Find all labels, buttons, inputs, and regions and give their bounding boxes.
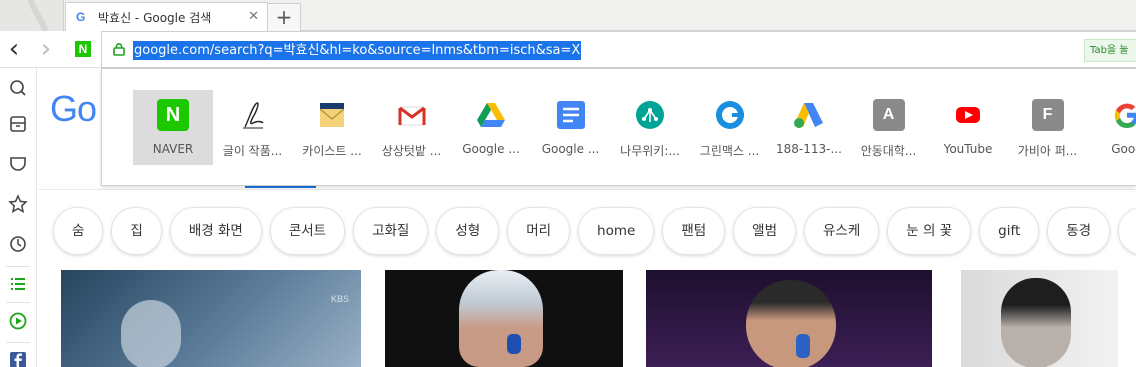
speed-dial-item[interactable]: Google ... (531, 90, 611, 165)
lock-icon (113, 43, 125, 56)
speed-dial-label: 카이스트 ... (302, 144, 362, 158)
search-chip[interactable]: home (578, 207, 655, 255)
speed-dial-label: Google ... (541, 142, 600, 156)
speed-dial-item[interactable]: 188-113-... (769, 90, 849, 165)
speed-dial-item[interactable]: Google ... (451, 90, 531, 165)
pen-signature-icon (242, 102, 263, 129)
speed-dial-item[interactable]: 글이 작품... (213, 90, 293, 165)
search-chip[interactable]: gift (979, 207, 1040, 255)
image-result[interactable] (385, 270, 623, 367)
image-microphone (507, 334, 521, 354)
speed-dial-item[interactable]: 상상텃밭 ... (372, 90, 452, 165)
speed-dial-item[interactable]: N NAVER (133, 90, 213, 165)
image-figure (121, 300, 181, 367)
address-bar[interactable]: google.com/search?q=박효신&hl=ko&source=lnm… (101, 31, 1136, 68)
image-result[interactable]: KBS (61, 270, 361, 367)
pocket-icon[interactable] (8, 154, 28, 174)
tab-hint-badge: Tab을 눌 (1084, 39, 1136, 62)
speed-dial-label: Goog (1111, 142, 1136, 156)
inbox-icon[interactable] (8, 114, 28, 134)
image-microphone (796, 334, 810, 358)
tab-title: 박효신 - Google 검색 (98, 10, 212, 25)
google-logo[interactable]: Go (50, 88, 97, 130)
speed-dial-item[interactable]: F 가비아 퍼... (1008, 90, 1088, 165)
speed-dial-label: Google ... (462, 142, 520, 156)
image-result[interactable] (646, 270, 932, 367)
speed-dial-label: 그린맥스 ... (699, 144, 760, 158)
back-button[interactable]: ‹ (4, 36, 24, 62)
speed-dial-label: 글이 작품... (222, 144, 283, 158)
speed-dial-item[interactable]: YouTube (928, 90, 1008, 165)
image-figure (746, 280, 836, 367)
image-figure (459, 270, 543, 367)
facebook-icon[interactable] (8, 350, 28, 367)
list-icon[interactable] (8, 274, 28, 294)
gmail-icon (398, 106, 425, 126)
tab-strip-decoration (0, 0, 64, 33)
sidebar-divider (6, 342, 30, 343)
naver-home-button[interactable]: N (75, 41, 91, 57)
letter-a-icon: A (872, 99, 905, 131)
play-icon[interactable] (8, 311, 28, 331)
url-text[interactable]: google.com/search?q=박효신&hl=ko&source=lnm… (133, 41, 582, 60)
speed-dial-label: 188-113-... (776, 142, 842, 156)
image-figure (1001, 278, 1071, 367)
search-chip[interactable]: 앨범 (733, 207, 797, 255)
search-chip[interactable]: 숨 (53, 207, 104, 255)
search-chip[interactable]: 배경 화면 (169, 207, 262, 255)
search-chip[interactable]: 야생화 (1118, 207, 1136, 255)
tab-active[interactable]: G 박효신 - Google 검색 ✕ (65, 2, 268, 31)
letter-f-icon: F (1031, 99, 1064, 131)
search-chip[interactable]: 콘서트 (269, 207, 346, 255)
speed-dial-item[interactable]: 카이스트 ... (292, 90, 372, 165)
google-ads-icon (794, 103, 823, 128)
search-chip[interactable]: 동경 (1047, 207, 1111, 255)
forward-button[interactable]: › (36, 36, 56, 62)
tab-strip: G 박효신 - Google 검색 ✕ + (0, 0, 1136, 33)
speed-dial-label: 가비아 퍼... (1017, 144, 1078, 158)
image-watermark: KBS (330, 294, 349, 304)
search-chip[interactable]: 팬텀 (662, 207, 726, 255)
sidebar-divider (6, 302, 30, 303)
greenmax-icon (715, 101, 744, 129)
kaist-mail-icon (319, 103, 345, 127)
logo-text: Go (50, 88, 97, 129)
browser-window: G 박효신 - Google 검색 ✕ + ‹ › N google.com/s… (0, 0, 1136, 367)
speed-dial-label: YouTube (943, 142, 993, 156)
left-sidebar (0, 68, 37, 367)
image-result[interactable] (961, 270, 1118, 367)
tab-close-icon[interactable]: ✕ (248, 9, 259, 24)
google-docs-icon (556, 101, 585, 129)
related-search-chips: 숨집배경 화면콘서트고화질성형머리home팬텀앨범유스케눈 의 꽃gift동경야… (53, 207, 1136, 255)
search-icon[interactable] (8, 78, 28, 98)
speed-dial-label: 상상텃밭 ... (381, 144, 442, 158)
search-chip[interactable]: 유스케 (804, 207, 880, 255)
speed-dial-dropdown: N NAVER 글이 작품... 카이스트 ... 상상텃밭 ... Google ...… (101, 68, 1136, 186)
header-divider (38, 189, 1136, 190)
speed-dial-label: NAVER (152, 142, 194, 156)
youtube-icon (956, 107, 980, 123)
toolbar: ‹ › N google.com/search?q=박효신&hl=ko&sour… (0, 31, 1136, 68)
speed-dial-item[interactable]: 나무위키:... (610, 90, 690, 165)
google-drive-icon (477, 103, 505, 127)
star-icon[interactable] (8, 194, 28, 214)
new-tab-button[interactable]: + (268, 3, 301, 31)
naver-icon: N (157, 99, 189, 131)
speed-dial-item[interactable]: A 안동대학... (849, 90, 929, 165)
speed-dial-label: 나무위키:... (620, 144, 680, 158)
speed-dial-label: 안동대학... (860, 144, 917, 158)
namu-wiki-icon (636, 101, 664, 129)
search-chip[interactable]: 고화질 (353, 207, 429, 255)
search-chip[interactable]: 머리 (507, 207, 571, 255)
search-chip[interactable]: 집 (111, 207, 162, 255)
speed-dial-item[interactable]: Goog (1087, 90, 1136, 165)
speed-dial-item[interactable]: 그린맥스 ... (690, 90, 770, 165)
search-chip[interactable]: 눈 의 꽃 (887, 207, 972, 255)
google-favicon-icon: G (76, 10, 86, 24)
sidebar-divider (6, 266, 30, 267)
google-icon (1114, 103, 1136, 128)
history-icon[interactable] (8, 234, 28, 254)
search-chip[interactable]: 성형 (436, 207, 500, 255)
